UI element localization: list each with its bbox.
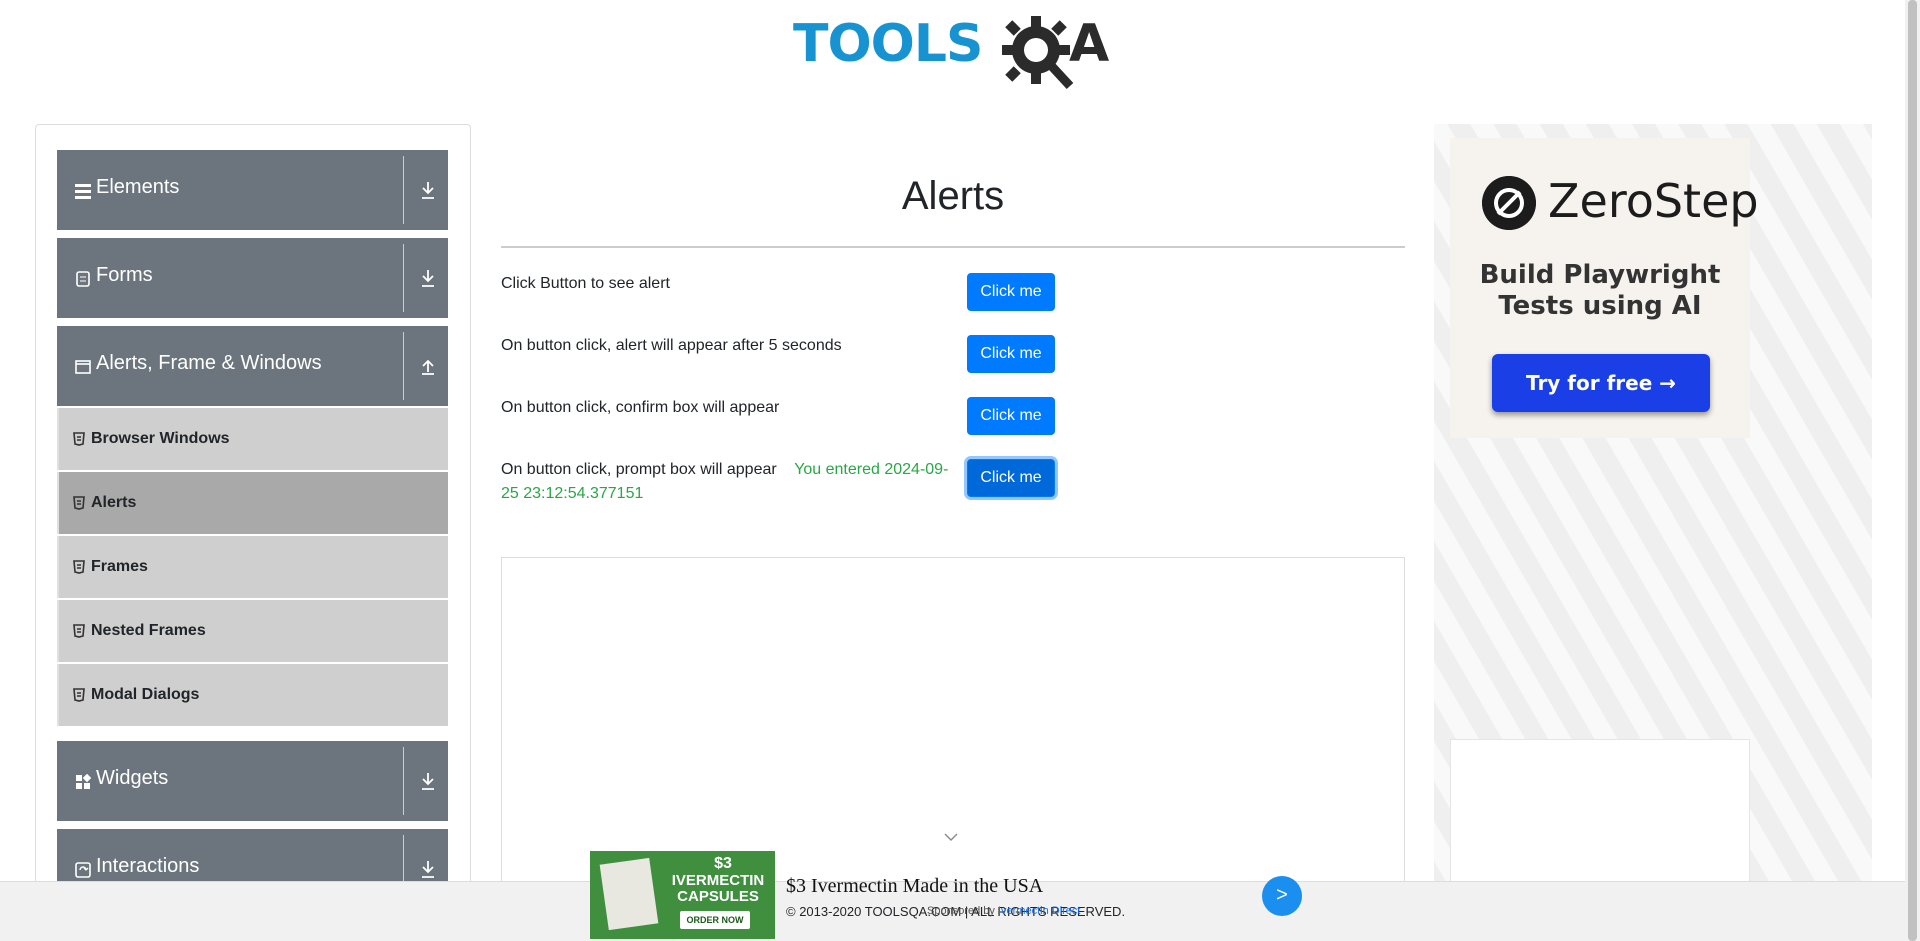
ad-image-price: $3 xyxy=(714,855,732,872)
page-title: Alerts xyxy=(901,174,1005,218)
title-divider xyxy=(501,246,1405,248)
sidebar-item-browser-windows[interactable]: Browser Windows xyxy=(57,408,448,470)
zerostep-logo-icon xyxy=(1482,176,1536,230)
sidebar-group-label: Alerts, Frame & Windows xyxy=(96,352,322,374)
html5-icon xyxy=(73,432,85,446)
zerostep-tagline: Build Playwright Tests using AI xyxy=(1479,260,1721,321)
sidebar-group-label: Forms xyxy=(96,264,153,286)
product-box xyxy=(599,857,659,931)
sidebar-item-label: Modal Dialogs xyxy=(91,686,200,703)
sidebar-group-label: Widgets xyxy=(96,767,169,789)
menu-icon xyxy=(75,184,91,199)
sidebar-item-alerts[interactable]: Alerts xyxy=(57,472,448,534)
divider xyxy=(403,156,404,224)
divider xyxy=(403,747,404,815)
ad-headline[interactable]: $3 Ivermectin Made in the USA xyxy=(786,875,1043,898)
sidebar-group-label: Interactions xyxy=(96,855,200,877)
collapse-icon[interactable] xyxy=(420,356,436,376)
sidebar-group-elements[interactable]: Elements xyxy=(57,150,448,230)
html5-icon xyxy=(73,688,85,702)
html5-icon xyxy=(73,624,85,638)
expand-icon[interactable] xyxy=(420,268,436,288)
sidebar-item-label: Alerts xyxy=(91,494,137,511)
html5-icon xyxy=(73,496,85,510)
confirm-button[interactable]: Click me xyxy=(967,397,1055,435)
sidebar-group-label: Elements xyxy=(96,176,180,198)
sidebar-item-label: Nested Frames xyxy=(91,622,206,639)
timer-alert-button[interactable]: Click me xyxy=(967,335,1055,373)
alert-row-text: Click Button to see alert xyxy=(501,275,670,292)
sidebar-item-frames[interactable]: Frames xyxy=(57,536,448,598)
bottom-sticky-ad[interactable]: $3 IVERMECTIN CAPSULES ORDER NOW $3 Iver… xyxy=(590,851,1304,941)
sidebar-item-modal-dialogs[interactable]: Modal Dialogs xyxy=(57,664,448,726)
prompt-row: On button click, prompt box will appear … xyxy=(501,458,951,506)
zerostep-brand: ZeroStep xyxy=(1548,174,1759,228)
confirm-row-text: On button click, confirm box will appear xyxy=(501,399,780,416)
ad-sponsor: Sponsored by Ivermectin Direct xyxy=(927,905,1080,917)
page-scrollbar[interactable] xyxy=(1905,0,1920,941)
ad-image-title: IVERMECTIN CAPSULES xyxy=(671,872,765,905)
prompt-row-text: On button click, prompt box will appear xyxy=(501,461,777,478)
scrollbar-thumb[interactable] xyxy=(1908,0,1917,941)
zerostep-ad[interactable]: ZeroStep Build Playwright Tests using AI… xyxy=(1450,138,1759,438)
alert-button[interactable]: Click me xyxy=(967,273,1055,311)
chevron-down-icon[interactable] xyxy=(944,832,958,842)
html5-icon xyxy=(73,560,85,574)
sidebar-item-label: Frames xyxy=(91,558,148,575)
expand-icon[interactable] xyxy=(420,180,436,200)
timer-alert-row-text: On button click, alert will appear after… xyxy=(501,337,842,354)
sidebar-group-widgets[interactable]: Widgets xyxy=(57,741,448,821)
right-ad-panel: ZeroStep Build Playwright Tests using AI… xyxy=(1434,124,1872,941)
prompt-button[interactable]: Click me xyxy=(967,459,1055,497)
widgets-icon xyxy=(76,774,91,789)
sidebar-group-forms[interactable]: Forms xyxy=(57,238,448,318)
sidebar-group-alerts-frame-windows[interactable]: Alerts, Frame & Windows xyxy=(57,326,448,406)
expand-icon[interactable] xyxy=(420,859,436,879)
left-sidebar: Elements Forms Alerts, Frame & Windows B… xyxy=(35,124,471,941)
expand-icon[interactable] xyxy=(420,771,436,791)
logo-text: TOOLS xyxy=(793,14,983,74)
logo-letter-a: A xyxy=(1069,14,1110,74)
try-for-free-button[interactable]: Try for free → xyxy=(1492,354,1710,412)
sponsor-link[interactable]: Ivermectin Direct xyxy=(998,905,1081,917)
sidebar-item-nested-frames[interactable]: Nested Frames xyxy=(57,600,448,662)
divider xyxy=(403,332,404,400)
divider xyxy=(403,244,404,312)
ad-image-order-now: ORDER NOW xyxy=(680,911,750,929)
logo-gear-icon xyxy=(1002,16,1074,90)
form-icon xyxy=(76,271,90,287)
window-icon xyxy=(75,360,91,374)
interactions-icon xyxy=(75,862,91,878)
sidebar-item-label: Browser Windows xyxy=(91,430,230,447)
ivermectin-ad-image[interactable]: $3 IVERMECTIN CAPSULES ORDER NOW xyxy=(590,851,775,939)
sponsor-prefix: Sponsored by xyxy=(927,905,995,917)
toolsqa-logo[interactable]: TOOLS A xyxy=(793,14,1117,90)
ad-go-button[interactable]: > xyxy=(1262,876,1302,916)
